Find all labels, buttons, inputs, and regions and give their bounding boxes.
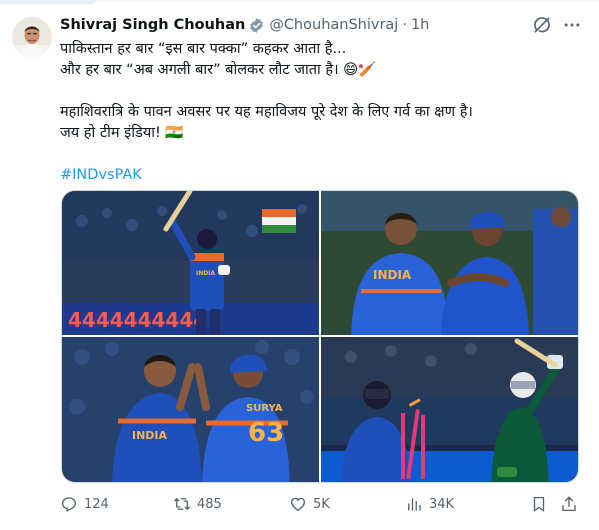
avatar[interactable] bbox=[12, 17, 52, 57]
tweet-time[interactable]: 1h bbox=[411, 17, 429, 33]
like-count: 5K bbox=[313, 496, 330, 512]
jersey-text: INDIA bbox=[132, 429, 168, 442]
tweet-line-1: पाकिस्तान हर बार “इस बार पक्का” कहकर आता… bbox=[60, 41, 347, 57]
like-icon bbox=[290, 497, 306, 512]
media-grid[interactable]: 4444444444 INDIA INDIA INDIA SURYA 63 bbox=[61, 190, 579, 483]
bookmark-icon bbox=[533, 496, 545, 512]
views-icon bbox=[408, 498, 421, 511]
author-handle[interactable]: @ChouhanShivraj bbox=[269, 17, 398, 33]
jersey-text: INDIA bbox=[196, 270, 215, 277]
tweet-line-4: जय हो टीम इंडिया! 🇮🇳 bbox=[60, 125, 184, 141]
photo-batsman-bowled[interactable] bbox=[321, 337, 578, 482]
share-icon bbox=[562, 496, 576, 512]
grok-icon[interactable] bbox=[532, 15, 552, 35]
retweet-button[interactable]: 485 bbox=[173, 493, 222, 515]
views-count: 34K bbox=[429, 496, 455, 512]
tweet-header: Shivraj Singh Chouhan @ChouhanShivraj · … bbox=[60, 15, 429, 35]
action-bar: 124 485 5K 34K bbox=[60, 493, 580, 515]
author-name[interactable]: Shivraj Singh Chouhan bbox=[60, 17, 245, 33]
photo-batter-celebrating[interactable]: 4444444444 INDIA bbox=[62, 191, 319, 335]
retweet-icon bbox=[174, 498, 190, 510]
share-button[interactable] bbox=[560, 493, 578, 515]
verified-badge-icon bbox=[250, 17, 264, 33]
tweet[interactable]: Shivraj Singh Chouhan @ChouhanShivraj · … bbox=[0, 0, 599, 530]
tweet-text: पाकिस्तान हर बार “इस बार पक्का” कहकर आता… bbox=[60, 39, 580, 186]
bookmark-button[interactable] bbox=[530, 493, 548, 515]
board-text: 4444444444 bbox=[68, 308, 207, 332]
hashtag-link[interactable]: #INDvsPAK bbox=[60, 165, 580, 186]
photo-players-hugging[interactable]: INDIA bbox=[321, 191, 578, 335]
more-icon[interactable] bbox=[562, 15, 582, 35]
reply-button[interactable]: 124 bbox=[60, 493, 109, 515]
reply-icon bbox=[61, 497, 77, 512]
tweet-line-3: महाशिवरात्रि के पावन अवसर पर यह महाविजय … bbox=[60, 104, 473, 120]
like-button[interactable]: 5K bbox=[289, 493, 330, 515]
photo-high-five[interactable]: INDIA SURYA 63 bbox=[62, 337, 319, 482]
jersey-number: 63 bbox=[248, 418, 284, 448]
separator-dot: · bbox=[402, 17, 407, 33]
jersey-name: SURYA bbox=[246, 403, 283, 414]
jersey-text: INDIA bbox=[373, 268, 412, 282]
views-button[interactable]: 34K bbox=[405, 493, 454, 515]
retweet-count: 485 bbox=[197, 496, 222, 512]
reply-count: 124 bbox=[84, 496, 109, 512]
tweet-line-2: और हर बार “अब अगली बार” बोलकर लौट जाता ह… bbox=[60, 62, 377, 78]
